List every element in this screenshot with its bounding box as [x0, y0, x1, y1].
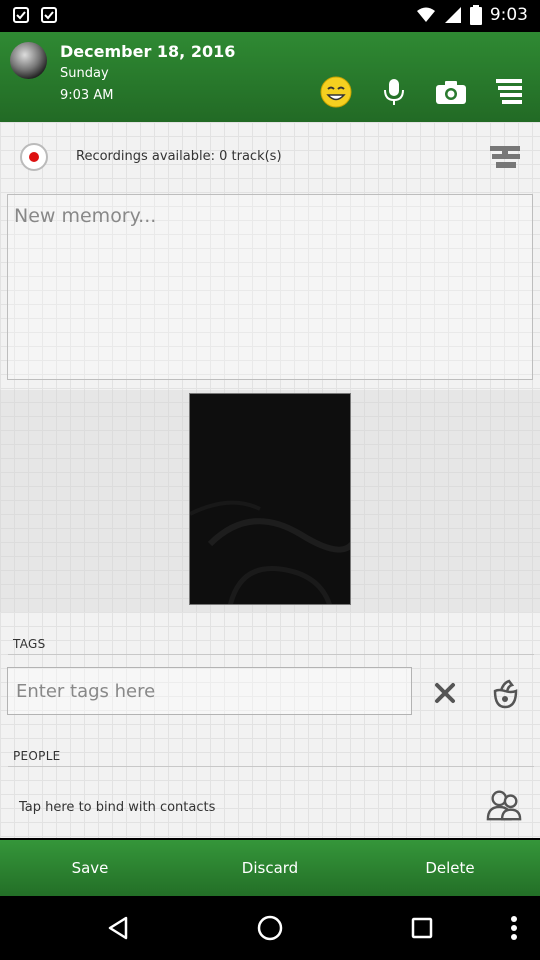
tags-input[interactable] — [8, 668, 411, 714]
back-button[interactable] — [98, 908, 138, 948]
notification-icon — [13, 7, 29, 23]
people-divider — [8, 766, 534, 767]
discard-button[interactable]: Discard — [180, 840, 360, 896]
entry-day: Sunday — [60, 66, 109, 81]
more-vert-icon — [511, 916, 517, 940]
photo-image — [190, 394, 350, 604]
record-icon[interactable] — [20, 143, 48, 171]
tags-divider — [8, 654, 534, 655]
entry-header: December 18, 2016 Sunday 9:03 AM — [0, 32, 540, 122]
overflow-menu-button[interactable] — [494, 908, 534, 948]
camera-icon — [436, 81, 466, 104]
mood-button[interactable] — [318, 74, 354, 110]
recents-button[interactable] — [402, 908, 442, 948]
tags-label: TAGS — [13, 637, 46, 651]
action-bar: Save Discard Delete — [0, 840, 540, 896]
navigation-bar — [0, 896, 540, 960]
status-bar: 9:03 — [0, 0, 540, 32]
contacts-button[interactable] — [486, 787, 522, 823]
attached-photo[interactable] — [189, 393, 351, 605]
memory-input[interactable] — [8, 195, 532, 379]
tag-picker-button[interactable] — [487, 675, 523, 711]
recordings-status: Recordings available: 0 track(s) — [76, 149, 282, 164]
signal-icon — [444, 7, 461, 23]
camera-button[interactable] — [433, 74, 469, 110]
status-time: 9:03 — [489, 5, 528, 25]
microphone-icon — [384, 79, 404, 105]
home-button[interactable] — [250, 908, 290, 948]
wifi-icon — [416, 7, 435, 22]
people-label: PEOPLE — [13, 749, 61, 763]
delete-button[interactable]: Delete — [360, 840, 540, 896]
entry-time[interactable]: 9:03 AM — [60, 88, 113, 103]
globe-icon[interactable] — [10, 42, 47, 79]
photo-area — [0, 390, 540, 612]
emoji-icon — [320, 76, 352, 108]
notification-icon — [41, 7, 57, 23]
menu-icon — [496, 79, 522, 104]
entry-content: Recordings available: 0 track(s) TAGS — [0, 122, 540, 838]
menu-button[interactable] — [491, 74, 527, 110]
contacts-icon — [486, 790, 522, 821]
close-icon — [435, 683, 455, 703]
save-button[interactable]: Save — [0, 840, 180, 896]
entry-date[interactable]: December 18, 2016 — [60, 42, 235, 61]
microphone-button[interactable] — [376, 74, 412, 110]
memory-text-area[interactable] — [7, 194, 533, 380]
clear-tags-button[interactable] — [427, 675, 463, 711]
tags-field[interactable] — [7, 667, 412, 715]
battery-icon — [469, 5, 482, 25]
tag-bag-icon — [493, 679, 518, 709]
recordings-list-icon[interactable] — [486, 144, 524, 170]
notification-icons — [12, 6, 58, 24]
recents-icon — [411, 917, 433, 939]
recordings-row: Recordings available: 0 track(s) — [0, 122, 540, 192]
back-icon — [108, 916, 128, 940]
home-icon — [257, 915, 283, 941]
bind-contacts-link[interactable]: Tap here to bind with contacts — [19, 800, 215, 815]
